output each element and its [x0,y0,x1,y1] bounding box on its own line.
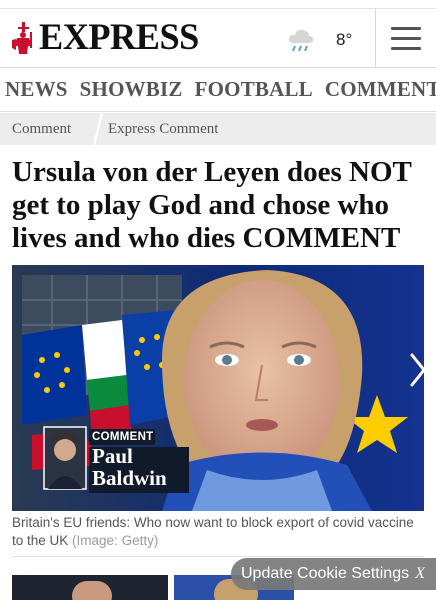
site-logo[interactable]: EXPRESS [10,19,202,57]
content-divider [12,556,424,557]
crusader-knight-icon [12,22,32,54]
cookie-settings-button[interactable]: Update Cookie Settings X [231,558,436,590]
hero-comment-badge: COMMENT [92,431,154,443]
cookie-settings-label: Update Cookie Settings [241,565,410,582]
hero-author-last: Baldwin [92,466,167,490]
logo-wordmark: EXPRESS [39,17,199,58]
breadcrumb-separator [93,113,103,145]
gallery-next-button[interactable] [400,330,436,410]
section-nav: NEWS SHOWBIZ FOOTBALL COMMENT [0,68,436,112]
nav-item-football[interactable]: FOOTBALL [195,77,313,102]
nav-item-news[interactable]: NEWS [5,77,68,102]
nav-item-showbiz[interactable]: SHOWBIZ [80,77,183,102]
related-thumb-1[interactable] [12,575,168,600]
menu-button[interactable] [375,9,436,67]
cloud-rain-icon [288,29,314,52]
temperature-label: 8° [336,30,353,49]
image-credit: (Image: Getty) [72,533,159,548]
nav-item-comment[interactable]: COMMENT [325,77,436,102]
weather-widget[interactable]: 8° [286,27,352,53]
article-headline: Ursula von der Leyen does NOT get to pla… [12,156,412,254]
hero-author-first: Paul [92,444,133,468]
hamburger-menu-icon [391,26,421,30]
breadcrumb-item-comment[interactable]: Comment [0,121,92,138]
site-header: EXPRESS 8° [0,8,436,68]
breadcrumb: Comment Express Comment [0,113,436,145]
chevron-right-icon [410,353,426,387]
hero-caption: Britain's EU friends: Who now want to bl… [12,514,427,550]
hero-illustration [12,265,424,511]
hero-image[interactable]: COMMENT Paul Baldwin [12,265,424,511]
breadcrumb-item-express-comment[interactable]: Express Comment [106,121,218,138]
close-icon[interactable]: X [415,565,425,583]
